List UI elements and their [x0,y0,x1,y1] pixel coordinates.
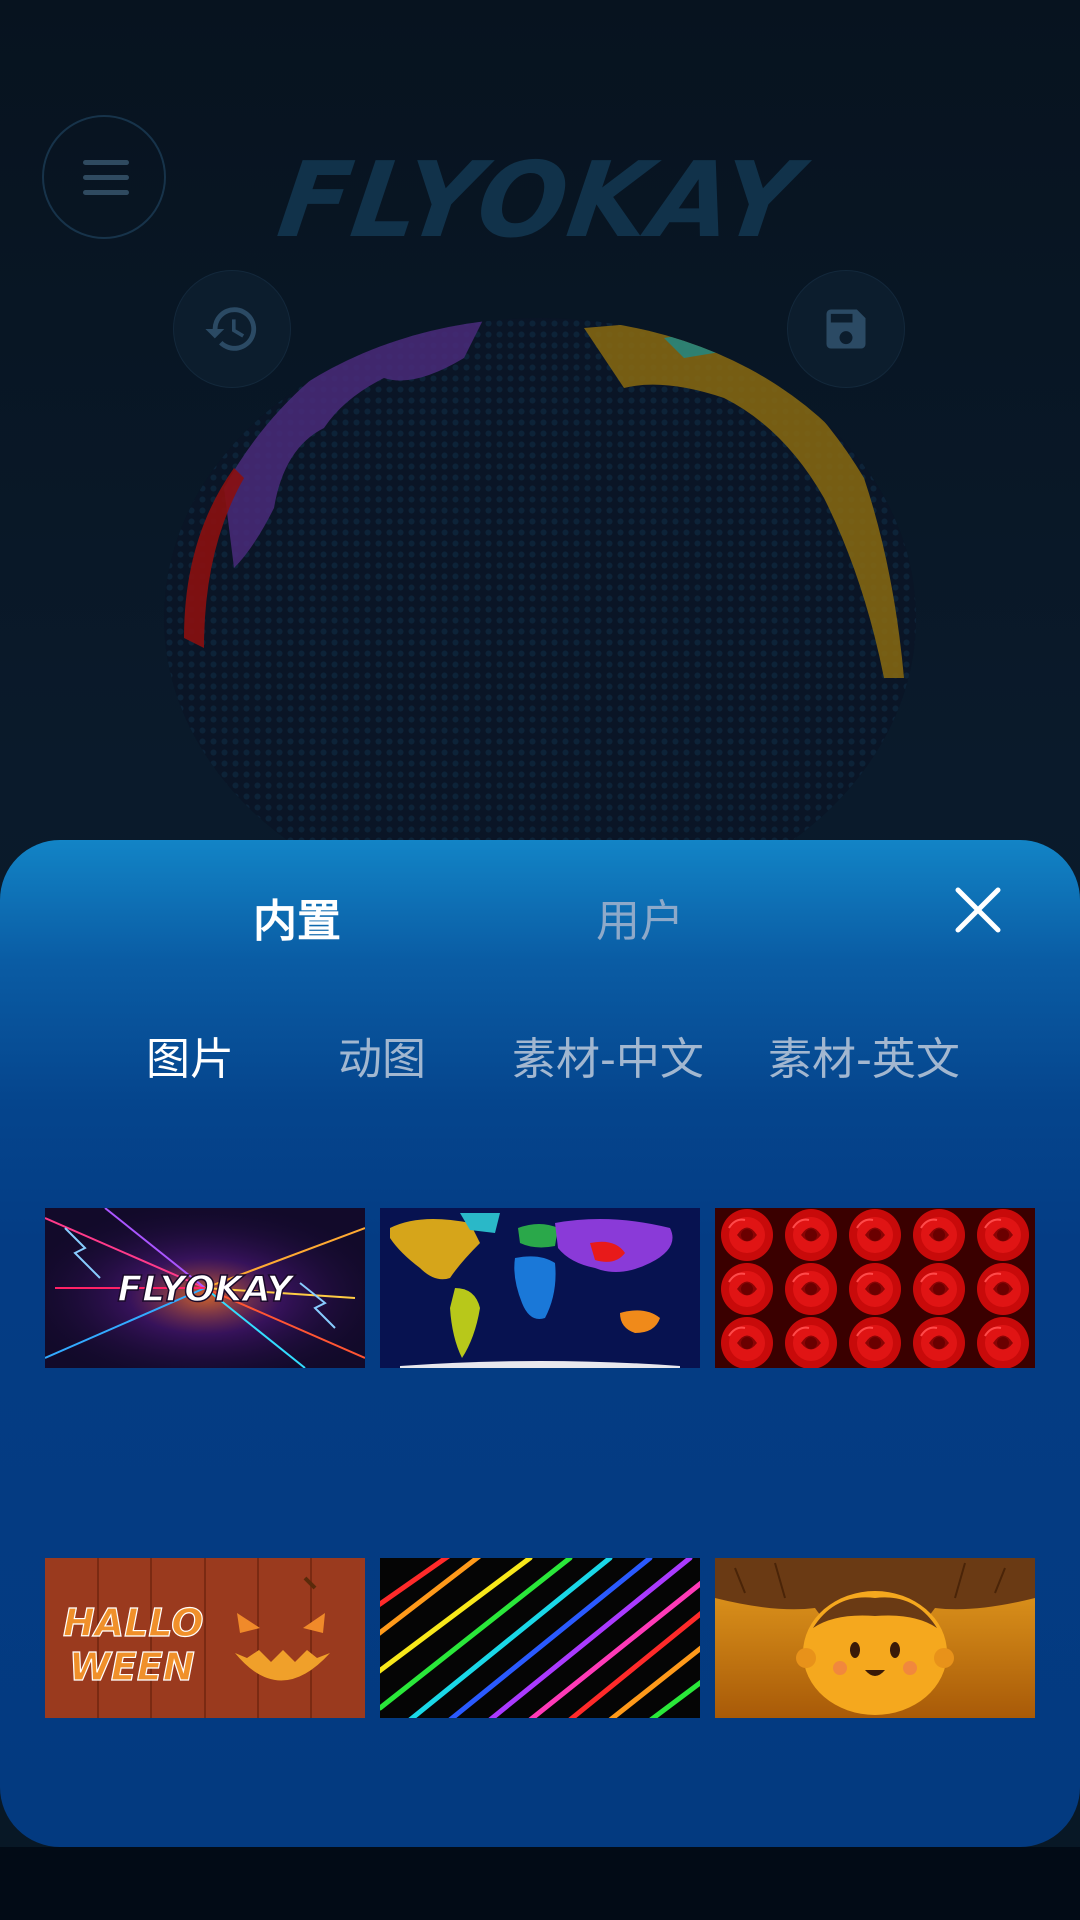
tab-user[interactable]: 用户 [596,892,684,952]
red-roses-image [715,1208,1035,1368]
menu-button[interactable] [42,115,166,239]
led-globe-preview [164,318,916,878]
subtab-material-chinese[interactable]: 素材-中文 [512,1030,704,1090]
thumbnail-world-map[interactable] [380,1208,700,1368]
app-logo: FLYOKAY [271,139,809,261]
svg-text:WEEN: WEEN [69,1645,195,1689]
thumbnail-flyokay[interactable]: FLYOKAY [45,1208,365,1368]
rainbow-lines-image [380,1558,700,1718]
close-icon[interactable] [950,882,1006,938]
screen: FLYOKAY 内置 用户 图片 动图 素材-中文 素材-英文 FLYOKAY … [0,0,1080,1920]
system-navigation-bar [0,1847,1080,1920]
flyokay-neon-image: FLYOKAY [45,1208,365,1368]
subtab-images[interactable]: 图片 [146,1030,234,1090]
subtab-material-english[interactable]: 素材-英文 [768,1030,960,1090]
media-picker-sheet: 内置 用户 图片 动图 素材-中文 素材-英文 FLYOKAY HALLO WE… [0,840,1080,1847]
world-map-image [380,1208,700,1368]
background-app: FLYOKAY [0,0,1080,900]
svg-text:HALLO: HALLO [63,1601,204,1645]
thumbnail-red-roses[interactable] [715,1208,1035,1368]
thumbnail-halloween[interactable]: HALLO WEEN [45,1558,365,1718]
subtab-gifs[interactable]: 动图 [338,1030,426,1090]
halloween-image: HALLO WEEN [45,1558,365,1718]
tab-builtin[interactable]: 内置 [253,892,341,952]
svg-text:FLYOKAY: FLYOKAY [117,1269,296,1310]
thumbnail-cartoon-kid[interactable] [715,1558,1035,1718]
cartoon-kid-image [715,1558,1035,1718]
thumbnail-rainbow-lines[interactable] [380,1558,700,1718]
